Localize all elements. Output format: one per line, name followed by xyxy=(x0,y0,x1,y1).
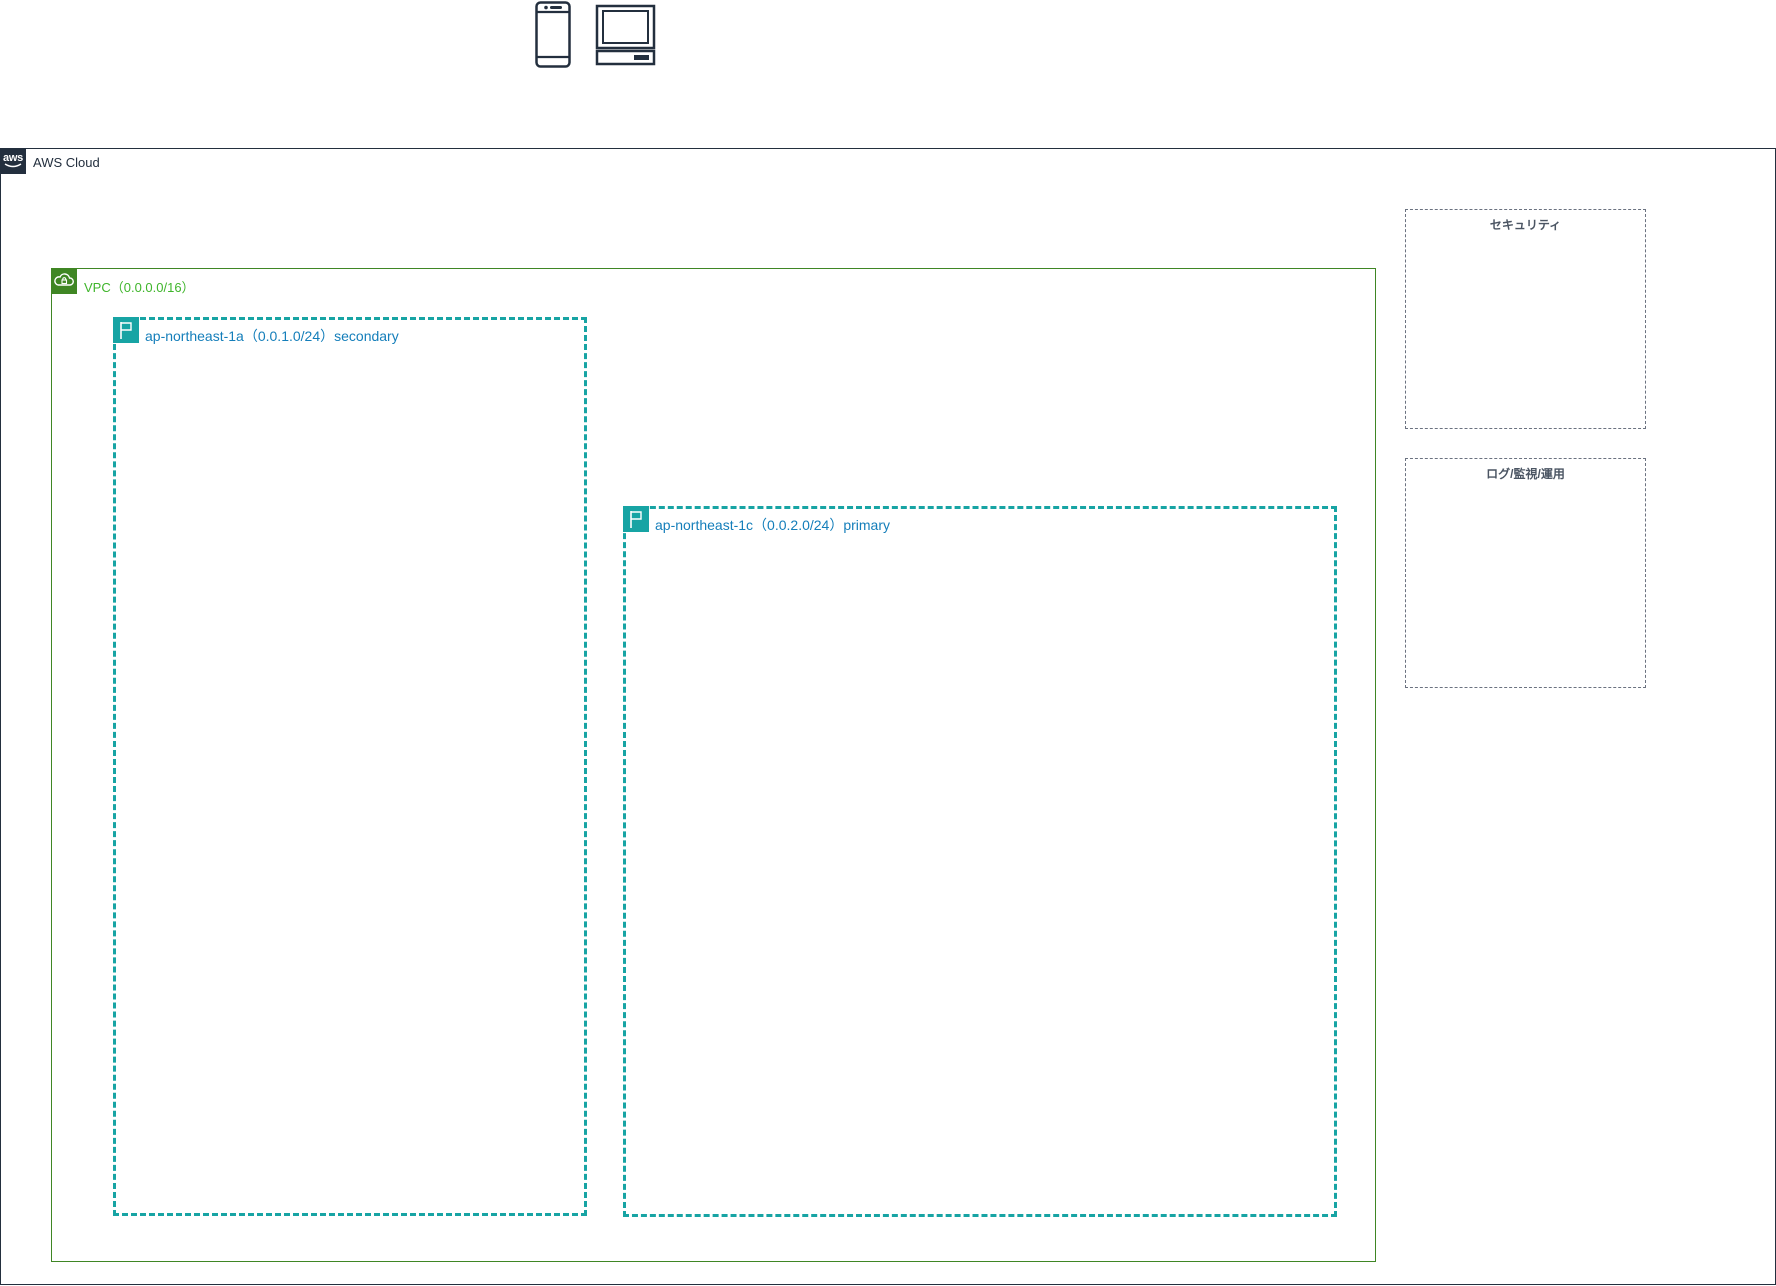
availability-zone-1c-label: ap-northeast-1c（0.0.2.0/24）primary xyxy=(655,517,890,533)
aws-cloud-label: AWS Cloud xyxy=(33,155,100,170)
availability-zone-1c[interactable]: ap-northeast-1c（0.0.2.0/24）primary xyxy=(623,506,1337,1217)
logs-monitoring-group-box[interactable]: ログ/監視/運用 xyxy=(1405,458,1646,688)
vpc-cloud-lock-icon xyxy=(51,268,77,294)
desktop-computer-icon xyxy=(595,4,656,66)
flag-icon xyxy=(623,506,649,532)
mobile-phone-icon xyxy=(535,1,571,68)
security-group-title: セキュリティ xyxy=(1489,218,1562,232)
flag-icon xyxy=(113,317,139,343)
security-group-box[interactable]: セキュリティ xyxy=(1405,209,1646,429)
aws-logo-icon: aws xyxy=(0,148,26,174)
logs-monitoring-group-title: ログ/監視/運用 xyxy=(1486,467,1565,481)
vpc-label: VPC（0.0.0.0/16） xyxy=(84,280,195,295)
availability-zone-1a[interactable]: ap-northeast-1a（0.0.1.0/24）secondary xyxy=(113,317,587,1216)
availability-zone-1a-label: ap-northeast-1a（0.0.1.0/24）secondary xyxy=(145,328,399,344)
